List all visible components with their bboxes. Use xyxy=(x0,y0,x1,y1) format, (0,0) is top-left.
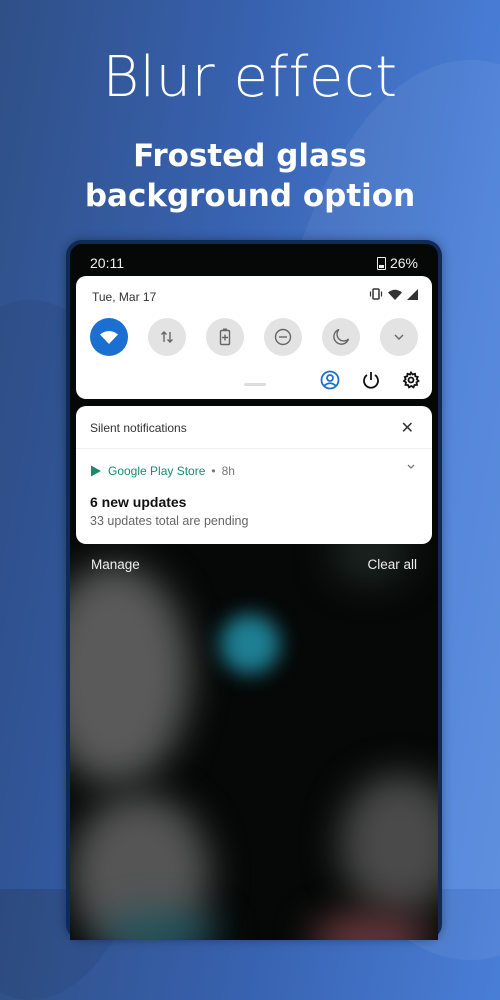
clock: 20:11 xyxy=(90,255,124,271)
user-account-icon[interactable] xyxy=(320,370,340,390)
date-label: Tue, Mar 17 xyxy=(92,290,157,304)
phone-screen: 20:11 26% Tue, Mar 17 Silent notificatio… xyxy=(70,244,438,940)
wifi-tile[interactable] xyxy=(90,318,128,356)
do-not-disturb-icon xyxy=(274,328,292,346)
close-icon[interactable]: ✕ xyxy=(401,418,414,438)
app-name: Google Play Store xyxy=(108,464,206,478)
wifi-icon xyxy=(388,289,402,300)
qs-actions xyxy=(320,370,420,390)
cell-signal-icon xyxy=(407,288,418,300)
manage-button[interactable]: Manage xyxy=(91,557,140,572)
expand-tiles-button[interactable] xyxy=(380,318,418,356)
clear-all-button[interactable]: Clear all xyxy=(367,557,417,572)
notification-section-header: Silent notifications ✕ xyxy=(76,406,432,449)
chevron-down-icon xyxy=(394,334,404,340)
system-status-icons xyxy=(369,288,418,300)
drag-handle[interactable] xyxy=(244,383,266,386)
battery-saver-tile[interactable] xyxy=(206,318,244,356)
night-mode-tile[interactable] xyxy=(322,318,360,356)
gear-icon[interactable] xyxy=(402,371,420,389)
battery-percent: 26% xyxy=(389,255,418,271)
promo-subhead: Frosted glass background option xyxy=(0,136,500,216)
notification-time: 8h xyxy=(221,464,235,478)
section-title: Silent notifications xyxy=(90,421,187,435)
battery-icon xyxy=(376,256,386,270)
quick-settings-panel: Tue, Mar 17 xyxy=(76,276,432,399)
mobile-data-tile[interactable] xyxy=(148,318,186,356)
notification-body: 33 updates total are pending xyxy=(90,514,249,528)
data-transfer-icon xyxy=(161,331,173,343)
wifi-icon xyxy=(100,331,118,344)
quick-tiles xyxy=(90,318,418,356)
battery-indicator: 26% xyxy=(376,255,418,271)
separator: • xyxy=(211,464,216,478)
promo-subhead-line: background option xyxy=(84,178,416,214)
do-not-disturb-tile[interactable] xyxy=(264,318,302,356)
status-bar: 20:11 26% xyxy=(70,244,438,276)
power-icon[interactable] xyxy=(362,371,380,389)
phone-frame: 20:11 26% Tue, Mar 17 Silent notificatio… xyxy=(66,240,442,940)
notification-title: 6 new updates xyxy=(90,494,187,510)
vibrate-icon xyxy=(369,288,383,300)
chevron-down-icon[interactable] xyxy=(406,463,416,470)
notification-app-row: Google Play Store • 8h xyxy=(90,464,235,478)
promo-subhead-line: Frosted glass xyxy=(133,138,367,174)
promo-headline: Blur effect xyxy=(102,45,398,110)
play-store-icon xyxy=(91,465,101,477)
blurred-wallpaper xyxy=(70,524,438,940)
moon-icon xyxy=(333,328,350,345)
silent-notifications-card: Silent notifications ✕ Google Play Store… xyxy=(76,406,432,544)
battery-saver-icon xyxy=(219,328,231,346)
